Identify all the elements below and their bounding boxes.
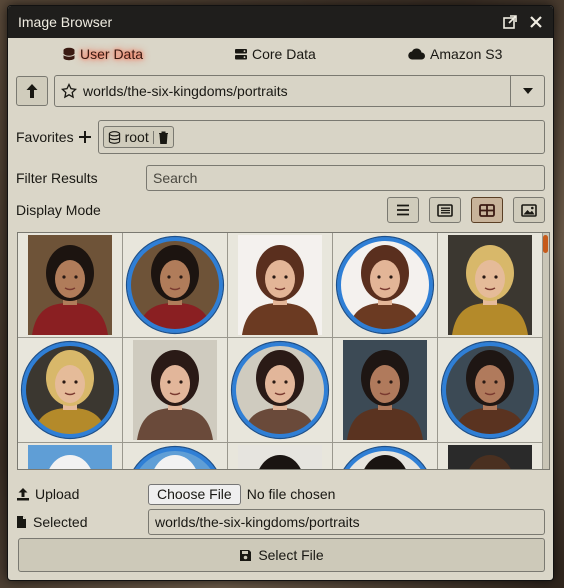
title-bar[interactable]: Image Browser [8, 6, 553, 38]
tab-user-data[interactable]: User Data [62, 46, 143, 62]
file-input[interactable]: Choose File No file chosen [148, 483, 336, 505]
th-list-icon [437, 203, 453, 217]
image-tile[interactable] [228, 338, 333, 443]
image-grid-tiles [18, 233, 549, 469]
image-tile[interactable] [228, 443, 333, 469]
select-file-button[interactable]: Select File [18, 538, 545, 572]
path-value: worlds/the-six-kingdoms/portraits [83, 83, 288, 99]
image-tile[interactable] [123, 443, 228, 469]
image-tile[interactable] [18, 443, 123, 469]
favorites-label: Favorites [16, 129, 74, 145]
favorites-list: root [97, 120, 545, 154]
selected-path-field[interactable]: worlds/the-six-kingdoms/portraits [148, 509, 545, 535]
file-status: No file chosen [246, 486, 336, 502]
display-images-button[interactable] [513, 197, 545, 223]
image-tile[interactable] [18, 233, 123, 338]
favorites-row: Favorites root [16, 120, 545, 154]
path-dropdown-button[interactable] [510, 76, 544, 106]
server-icon [235, 49, 247, 60]
search-placeholder: Search [153, 170, 198, 186]
window-title: Image Browser [18, 14, 113, 30]
selected-label: Selected [33, 514, 88, 530]
level-up-icon [26, 84, 38, 98]
tab-amazon-s3[interactable]: Amazon S3 [408, 46, 502, 62]
image-grid[interactable] [17, 232, 550, 470]
tab-label: Amazon S3 [430, 46, 503, 62]
popout-icon[interactable] [501, 13, 519, 31]
filter-label: Filter Results [16, 170, 98, 186]
selected-label-group: Selected [16, 514, 148, 530]
image-tile[interactable] [333, 233, 438, 338]
display-thumbs-button[interactable] [429, 197, 461, 223]
path-row: worlds/the-six-kingdoms/portraits [16, 75, 545, 107]
upload-icon [17, 488, 29, 501]
selected-path-value: worlds/the-six-kingdoms/portraits [155, 514, 360, 530]
choose-file-button[interactable]: Choose File [148, 483, 241, 505]
tab-core-data[interactable]: Core Data [234, 46, 316, 62]
selected-row: Selected worlds/the-six-kingdoms/portrai… [16, 509, 545, 535]
image-tile[interactable] [123, 338, 228, 443]
database-icon [108, 130, 120, 144]
database-icon [63, 47, 75, 61]
caret-down-icon [522, 88, 533, 94]
search-input[interactable]: Search [146, 165, 545, 191]
filter-row: Filter Results Search [16, 165, 545, 191]
grid-scrollbar[interactable] [543, 235, 548, 253]
list-icon [397, 204, 409, 216]
parent-directory-button[interactable] [16, 76, 48, 106]
save-icon [240, 549, 252, 561]
select-file-label: Select File [258, 547, 324, 563]
image-icon [521, 203, 537, 217]
image-tile[interactable] [438, 338, 543, 443]
favorite-chip[interactable]: root [102, 126, 174, 148]
trash-icon[interactable] [152, 130, 169, 144]
display-mode-label: Display Mode [16, 202, 101, 218]
upload-row: Upload Choose File No file chosen [16, 482, 545, 506]
upload-label-group: Upload [16, 486, 148, 502]
close-icon[interactable] [527, 13, 545, 31]
display-list-button[interactable] [387, 197, 419, 223]
path-input[interactable]: worlds/the-six-kingdoms/portraits [54, 75, 545, 107]
display-mode-row: Display Mode [16, 196, 545, 224]
upload-label: Upload [35, 486, 80, 502]
image-tile[interactable] [438, 443, 543, 469]
tab-label: Core Data [252, 46, 316, 62]
star-icon[interactable] [61, 83, 77, 99]
add-favorite-icon[interactable] [78, 130, 92, 144]
image-tile[interactable] [123, 233, 228, 338]
favorite-label: root [124, 129, 149, 145]
cloud-icon [408, 48, 425, 60]
image-tile[interactable] [333, 443, 438, 469]
source-tabs: User Data Core Data Amazon S3 [8, 38, 553, 72]
th-large-icon [479, 203, 495, 217]
image-tile[interactable] [438, 233, 543, 338]
image-browser-window: Image Browser User Data Core Data Amazon… [7, 5, 554, 581]
image-tile[interactable] [333, 338, 438, 443]
image-tile[interactable] [18, 338, 123, 443]
image-tile[interactable] [228, 233, 333, 338]
display-tiles-button[interactable] [471, 197, 503, 223]
tab-label: User Data [80, 46, 144, 62]
file-icon [17, 516, 26, 528]
